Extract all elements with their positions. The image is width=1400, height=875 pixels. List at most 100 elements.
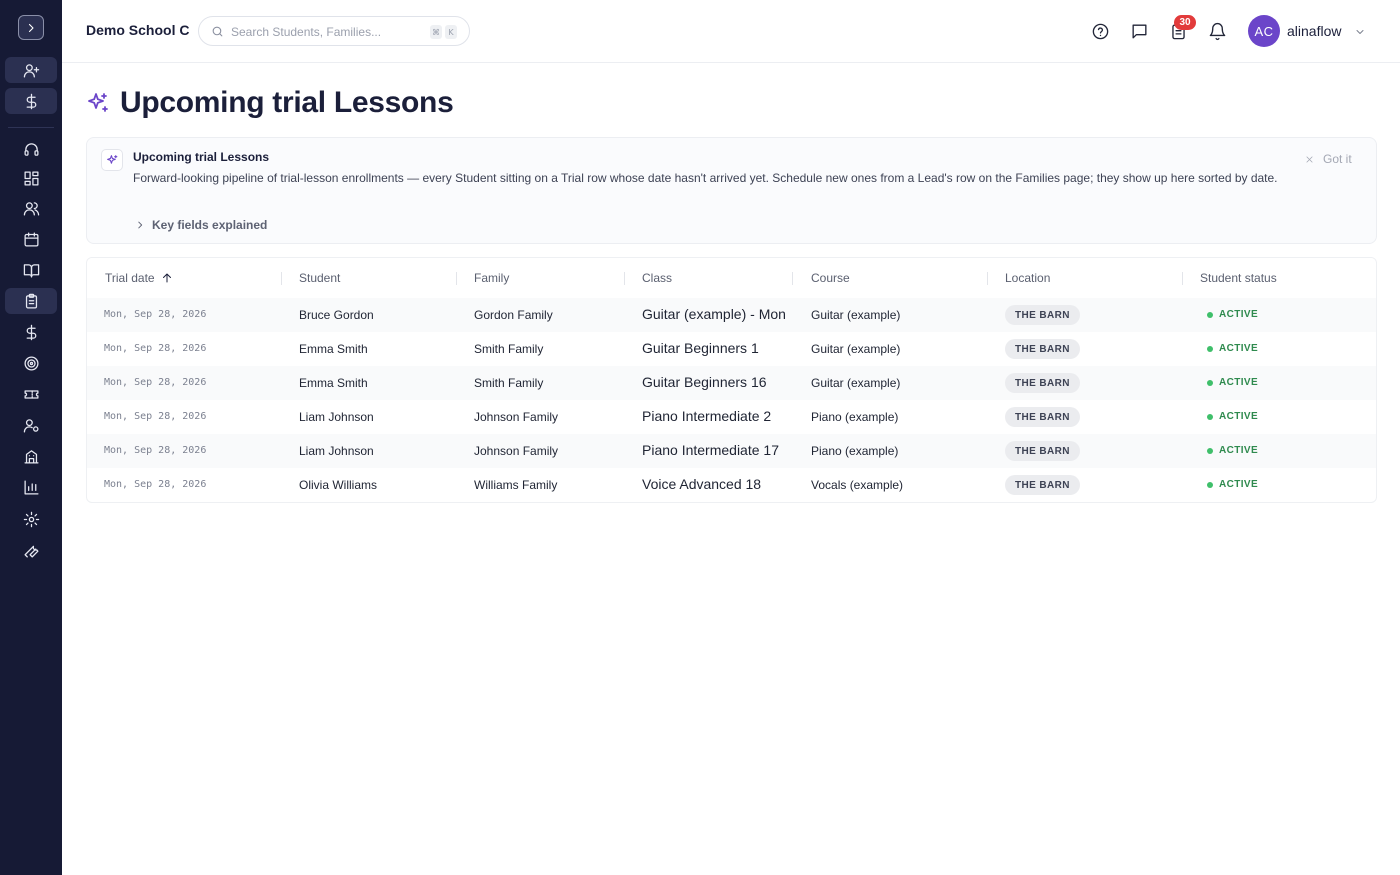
- column-resizer[interactable]: [281, 272, 282, 285]
- sidebar-item-billing[interactable]: [5, 319, 57, 345]
- sidebar-item-trial-lessons[interactable]: [5, 288, 57, 314]
- sidebar-item-calendar[interactable]: [5, 226, 57, 252]
- student-cell[interactable]: Bruce Gordon: [299, 308, 374, 322]
- status-dot: [1207, 311, 1213, 318]
- school-name[interactable]: Demo School C: [86, 22, 189, 38]
- sidebar-item-dashboard[interactable]: [5, 165, 57, 191]
- dollar-icon: [26, 93, 36, 109]
- table-row[interactable]: Mon, Sep 28, 2026 Olivia Williams Willia…: [87, 468, 1376, 502]
- trial-date-cell: Mon, Sep 28, 2026: [104, 479, 207, 490]
- column-header-trial-date[interactable]: Trial date: [105, 271, 173, 285]
- info-description: Forward-looking pipeline of trial-lesson…: [133, 171, 1278, 185]
- column-header-family[interactable]: Family: [474, 271, 509, 285]
- status-badge: ACTIVE: [1207, 411, 1258, 422]
- sidebar-item-families[interactable]: [5, 195, 57, 221]
- user-avatar[interactable]: AC: [1248, 15, 1280, 47]
- family-cell[interactable]: Smith Family: [474, 342, 543, 356]
- course-cell: Guitar (example): [811, 342, 901, 356]
- class-cell[interactable]: Guitar Beginners 1: [642, 340, 792, 356]
- messages-button[interactable]: [1129, 21, 1149, 41]
- sidebar-item-locations[interactable]: [5, 443, 57, 469]
- sidebar-item-support[interactable]: [5, 136, 57, 162]
- student-cell[interactable]: Emma Smith: [299, 376, 368, 390]
- trial-date-cell: Mon, Sep 28, 2026: [104, 411, 207, 422]
- status-badge: ACTIVE: [1207, 343, 1258, 354]
- sidebar-item-settings[interactable]: [5, 506, 57, 532]
- sidebar-item-staff[interactable]: [5, 412, 57, 438]
- class-cell[interactable]: Voice Advanced 18: [642, 476, 792, 492]
- student-cell[interactable]: Liam Johnson: [299, 410, 374, 424]
- status-badge: ACTIVE: [1207, 445, 1258, 456]
- column-header-student[interactable]: Student: [299, 271, 340, 285]
- sidebar-item-goals[interactable]: [5, 350, 57, 376]
- family-cell[interactable]: Johnson Family: [474, 410, 558, 424]
- family-cell[interactable]: Gordon Family: [474, 308, 553, 322]
- search-input[interactable]: [231, 23, 421, 41]
- key-fields-label: Key fields explained: [152, 218, 268, 232]
- column-resizer[interactable]: [624, 272, 625, 285]
- sidebar: [0, 0, 62, 875]
- user-menu-toggle[interactable]: [1354, 25, 1366, 37]
- family-cell[interactable]: Johnson Family: [474, 444, 558, 458]
- chevron-right-icon: [28, 23, 34, 32]
- column-header-class[interactable]: Class: [642, 271, 672, 285]
- table-row[interactable]: Mon, Sep 28, 2026 Liam Johnson Johnson F…: [87, 434, 1376, 468]
- info-title: Upcoming trial Lessons: [133, 150, 270, 164]
- location-badge: THE BARN: [1005, 441, 1080, 461]
- trial-lessons-table: Trial date Student Family Class Course L…: [86, 257, 1377, 503]
- student-cell[interactable]: Liam Johnson: [299, 444, 374, 458]
- table-row[interactable]: Mon, Sep 28, 2026 Liam Johnson Johnson F…: [87, 400, 1376, 434]
- column-resizer[interactable]: [1376, 272, 1377, 285]
- class-cell[interactable]: Guitar Beginners 16: [642, 374, 792, 390]
- status-badge: ACTIVE: [1207, 377, 1258, 388]
- expand-sidebar-button[interactable]: [18, 15, 44, 40]
- table-row[interactable]: Mon, Sep 28, 2026 Emma Smith Smith Famil…: [87, 332, 1376, 366]
- table-row[interactable]: Mon, Sep 28, 2026 Emma Smith Smith Famil…: [87, 366, 1376, 400]
- status-badge: ACTIVE: [1207, 309, 1258, 320]
- column-resizer[interactable]: [456, 272, 457, 285]
- sidebar-item-reports[interactable]: [5, 474, 57, 500]
- column-resizer[interactable]: [1182, 272, 1183, 285]
- dollar-icon: [26, 324, 36, 340]
- table-row[interactable]: Mon, Sep 28, 2026 Bruce Gordon Gordon Fa…: [87, 298, 1376, 332]
- class-cell[interactable]: Piano Intermediate 2: [642, 408, 792, 424]
- dismiss-info-button[interactable]: Got it: [1305, 152, 1352, 166]
- class-cell[interactable]: Guitar (example) - Mon: [642, 306, 792, 322]
- page-title: Upcoming trial Lessons: [120, 86, 454, 119]
- course-cell: Vocals (example): [811, 478, 904, 492]
- key-fields-toggle[interactable]: Key fields explained: [135, 218, 267, 232]
- sidebar-item-tools[interactable]: [5, 537, 57, 563]
- column-resizer[interactable]: [792, 272, 793, 285]
- dismiss-label: Got it: [1323, 152, 1352, 166]
- column-header-student-status[interactable]: Student status: [1200, 271, 1277, 285]
- notifications-button[interactable]: [1207, 21, 1227, 41]
- table-header: Trial date Student Family Class Course L…: [87, 258, 1377, 298]
- wrench-icon: [23, 545, 39, 558]
- shortcut-mod-key: ⌘: [430, 25, 442, 39]
- column-header-course[interactable]: Course: [811, 271, 850, 285]
- target-icon: [23, 355, 39, 371]
- class-cell[interactable]: Piano Intermediate 17: [642, 442, 792, 458]
- location-badge: THE BARN: [1005, 339, 1080, 359]
- username[interactable]: alinaflow: [1287, 23, 1341, 39]
- help-button[interactable]: [1090, 21, 1110, 41]
- trial-date-cell: Mon, Sep 28, 2026: [104, 309, 207, 320]
- sidebar-item-quick-payment[interactable]: [5, 88, 57, 114]
- course-cell: Guitar (example): [811, 376, 901, 390]
- location-badge: THE BARN: [1005, 475, 1080, 495]
- building-icon: [23, 449, 39, 464]
- trial-date-cell: Mon, Sep 28, 2026: [104, 445, 207, 456]
- student-cell[interactable]: Olivia Williams: [299, 478, 377, 492]
- family-cell[interactable]: Williams Family: [474, 478, 557, 492]
- student-cell[interactable]: Emma Smith: [299, 342, 368, 356]
- status-dot: [1207, 481, 1213, 488]
- global-search[interactable]: ⌘ K: [198, 16, 470, 46]
- family-cell[interactable]: Smith Family: [474, 376, 543, 390]
- bell-icon: [1209, 22, 1225, 40]
- sidebar-item-tickets[interactable]: [5, 381, 57, 407]
- column-resizer[interactable]: [987, 272, 988, 285]
- sidebar-item-add-lead[interactable]: [5, 57, 57, 83]
- sidebar-item-courses[interactable]: [5, 257, 57, 283]
- clipboard-icon: [25, 293, 37, 309]
- column-header-location[interactable]: Location: [1005, 271, 1050, 285]
